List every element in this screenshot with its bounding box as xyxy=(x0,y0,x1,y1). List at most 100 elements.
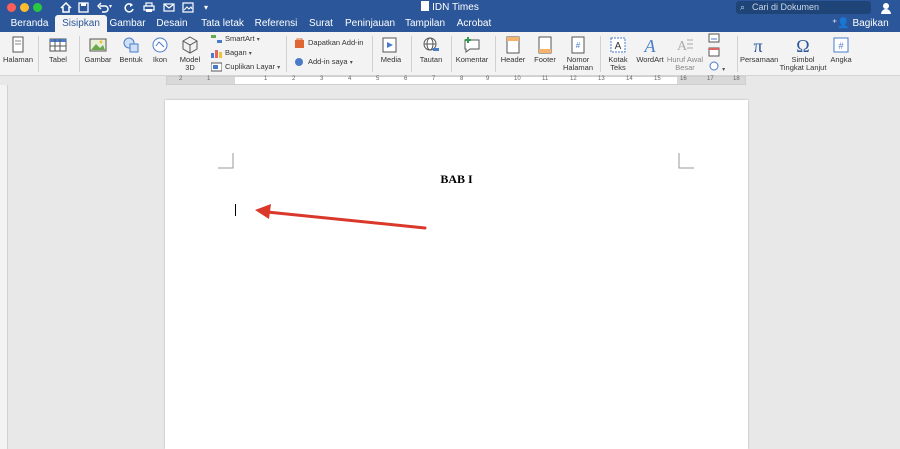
tab-tata-letak[interactable]: Tata letak xyxy=(199,15,246,32)
title-bar: ▾ ▾ IDN Times ⌕ Cari di Dokumen xyxy=(0,0,900,15)
zoom-window-button[interactable] xyxy=(33,3,42,12)
text-cursor xyxy=(235,204,236,216)
icons-icon xyxy=(152,37,168,53)
ruler-number: 12 xyxy=(570,76,577,82)
ribbon-tab-bar: Beranda Sisipkan Gambar Desain Tata leta… xyxy=(0,15,900,46)
ribbon-insert: Halaman Tabel Gambar Bentuk Ikon Model 3D… xyxy=(0,32,900,76)
ribbon-separator xyxy=(600,36,601,72)
footer-icon xyxy=(538,36,552,54)
customize-toolbar-chevron-icon[interactable]: ▾ xyxy=(204,0,208,15)
document-page[interactable]: BAB I xyxy=(165,100,748,449)
tabel-button[interactable]: Tabel xyxy=(42,32,74,76)
ruler-number: 7 xyxy=(432,76,436,82)
tautan-label: Tautan xyxy=(419,55,443,64)
cuplikan-layar-button[interactable]: Cuplikan Layar ▾ xyxy=(211,61,280,73)
window-title: IDN Times xyxy=(432,2,479,13)
addin-icon xyxy=(295,58,303,66)
gambar-button[interactable]: Gambar xyxy=(83,32,113,76)
search-icon: ⌕ xyxy=(740,2,746,12)
undo-icon[interactable]: ▾ xyxy=(97,0,112,15)
tab-beranda[interactable]: Beranda xyxy=(6,15,53,32)
simbol-tingkat-lanjut-button[interactable]: Ω Simbol Tingkat Lanjut xyxy=(778,32,828,76)
header-icon xyxy=(506,36,520,54)
save-icon[interactable] xyxy=(78,0,89,15)
tab-surat[interactable]: Surat xyxy=(307,15,335,32)
share-button[interactable]: ⁺👤 Bagikan ⌃ xyxy=(832,15,900,46)
simbol-tingkat-lanjut-label: Simbol Tingkat Lanjut xyxy=(779,55,827,72)
ruler-number: 6 xyxy=(404,76,408,82)
email-icon[interactable] xyxy=(163,0,175,15)
minimize-window-button[interactable] xyxy=(20,3,29,12)
tautan-button[interactable]: Tautan xyxy=(414,32,448,76)
ruler-number: 16 xyxy=(680,76,687,82)
header-label: Header xyxy=(500,55,526,64)
huruf-awal-besar-label: Huruf Awal Besar xyxy=(666,55,704,72)
huruf-awal-besar-button[interactable]: A Huruf Awal Besar xyxy=(666,32,704,76)
gambar-label: Gambar xyxy=(84,55,112,64)
drop-cap-icon: A xyxy=(677,39,693,54)
screenshot-icon xyxy=(211,62,222,72)
account-icon[interactable] xyxy=(880,1,892,14)
bentuk-button[interactable]: Bentuk xyxy=(115,32,147,76)
redo-icon[interactable] xyxy=(124,0,135,15)
ruler-number: 10 xyxy=(514,76,521,82)
ikon-button[interactable]: Ikon xyxy=(147,32,173,76)
document-heading[interactable]: BAB I xyxy=(165,172,748,187)
wordart-label: WordArt xyxy=(636,55,664,64)
persamaan-button[interactable]: π Persamaan xyxy=(740,32,778,76)
home-icon[interactable] xyxy=(60,0,72,15)
kotak-teks-button[interactable]: A Kotak Teks xyxy=(603,32,633,76)
angka-button[interactable]: # Angka xyxy=(827,32,855,76)
print-icon[interactable] xyxy=(143,0,155,15)
search-input[interactable]: ⌕ Cari di Dokumen xyxy=(736,1,871,14)
signature-line-icon[interactable] xyxy=(708,33,720,45)
tabel-label: Tabel xyxy=(49,55,67,64)
media-label: Media xyxy=(380,55,402,64)
bentuk-label: Bentuk xyxy=(119,55,143,64)
nomor-halaman-button[interactable]: # Nomor Halaman xyxy=(561,32,595,76)
cube-icon xyxy=(182,36,198,54)
ruler-number: 9 xyxy=(486,76,490,82)
ruler-number: 13 xyxy=(598,76,605,82)
ruler-number: 2 xyxy=(179,76,183,82)
smartart-button[interactable]: SmartArt ▾ xyxy=(211,33,260,45)
ribbon-separator xyxy=(38,36,39,72)
ruler-left-margin xyxy=(167,77,235,84)
object-icon[interactable]: ▾ xyxy=(708,61,725,73)
date-time-icon[interactable] xyxy=(708,47,720,59)
number-icon: # xyxy=(833,37,849,53)
bagan-button[interactable]: Bagan ▾ xyxy=(211,47,252,59)
link-icon xyxy=(423,37,439,51)
tab-sisipkan[interactable]: Sisipkan xyxy=(55,15,107,32)
ruler-number: 2 xyxy=(292,76,296,82)
dapatkan-addin-button[interactable]: Dapatkan Add-in xyxy=(294,37,363,49)
vertical-ruler[interactable] xyxy=(0,85,8,449)
tab-peninjauan[interactable]: Peninjauan xyxy=(345,15,395,32)
footer-button[interactable]: Footer xyxy=(530,32,560,76)
media-icon xyxy=(382,37,397,53)
svg-text:A: A xyxy=(677,39,688,54)
tab-gambar[interactable]: Gambar xyxy=(109,15,146,32)
tab-desain[interactable]: Desain xyxy=(154,15,190,32)
svg-text:A: A xyxy=(644,36,657,54)
komentar-button[interactable]: Komentar xyxy=(454,32,490,76)
model-3d-label: Model 3D xyxy=(179,55,201,72)
horizontal-ruler[interactable]: 2 1 1 2 3 4 5 6 7 8 9 10 11 12 13 14 15 … xyxy=(0,76,900,85)
header-button[interactable]: Header xyxy=(498,32,528,76)
ruler-number: 1 xyxy=(264,76,268,82)
addin-saya-button[interactable]: Add-in saya ▾ xyxy=(294,56,353,68)
media-button[interactable]: Media xyxy=(376,32,406,76)
tab-referensi[interactable]: Referensi xyxy=(254,15,298,32)
tab-acrobat[interactable]: Acrobat xyxy=(455,15,493,32)
tab-tampilan[interactable]: Tampilan xyxy=(404,15,446,32)
page-number-icon: # xyxy=(571,36,585,54)
close-window-button[interactable] xyxy=(7,3,16,12)
smartart-icon xyxy=(211,35,222,43)
wordart-button[interactable]: A WordArt xyxy=(634,32,666,76)
ruler-number: 3 xyxy=(320,76,324,82)
image-icon[interactable] xyxy=(182,0,194,15)
model-3d-button[interactable]: Model 3D xyxy=(175,32,205,76)
wordart-icon: A xyxy=(644,36,657,54)
ribbon-separator xyxy=(411,36,412,72)
halaman-button[interactable]: Halaman xyxy=(2,32,34,76)
